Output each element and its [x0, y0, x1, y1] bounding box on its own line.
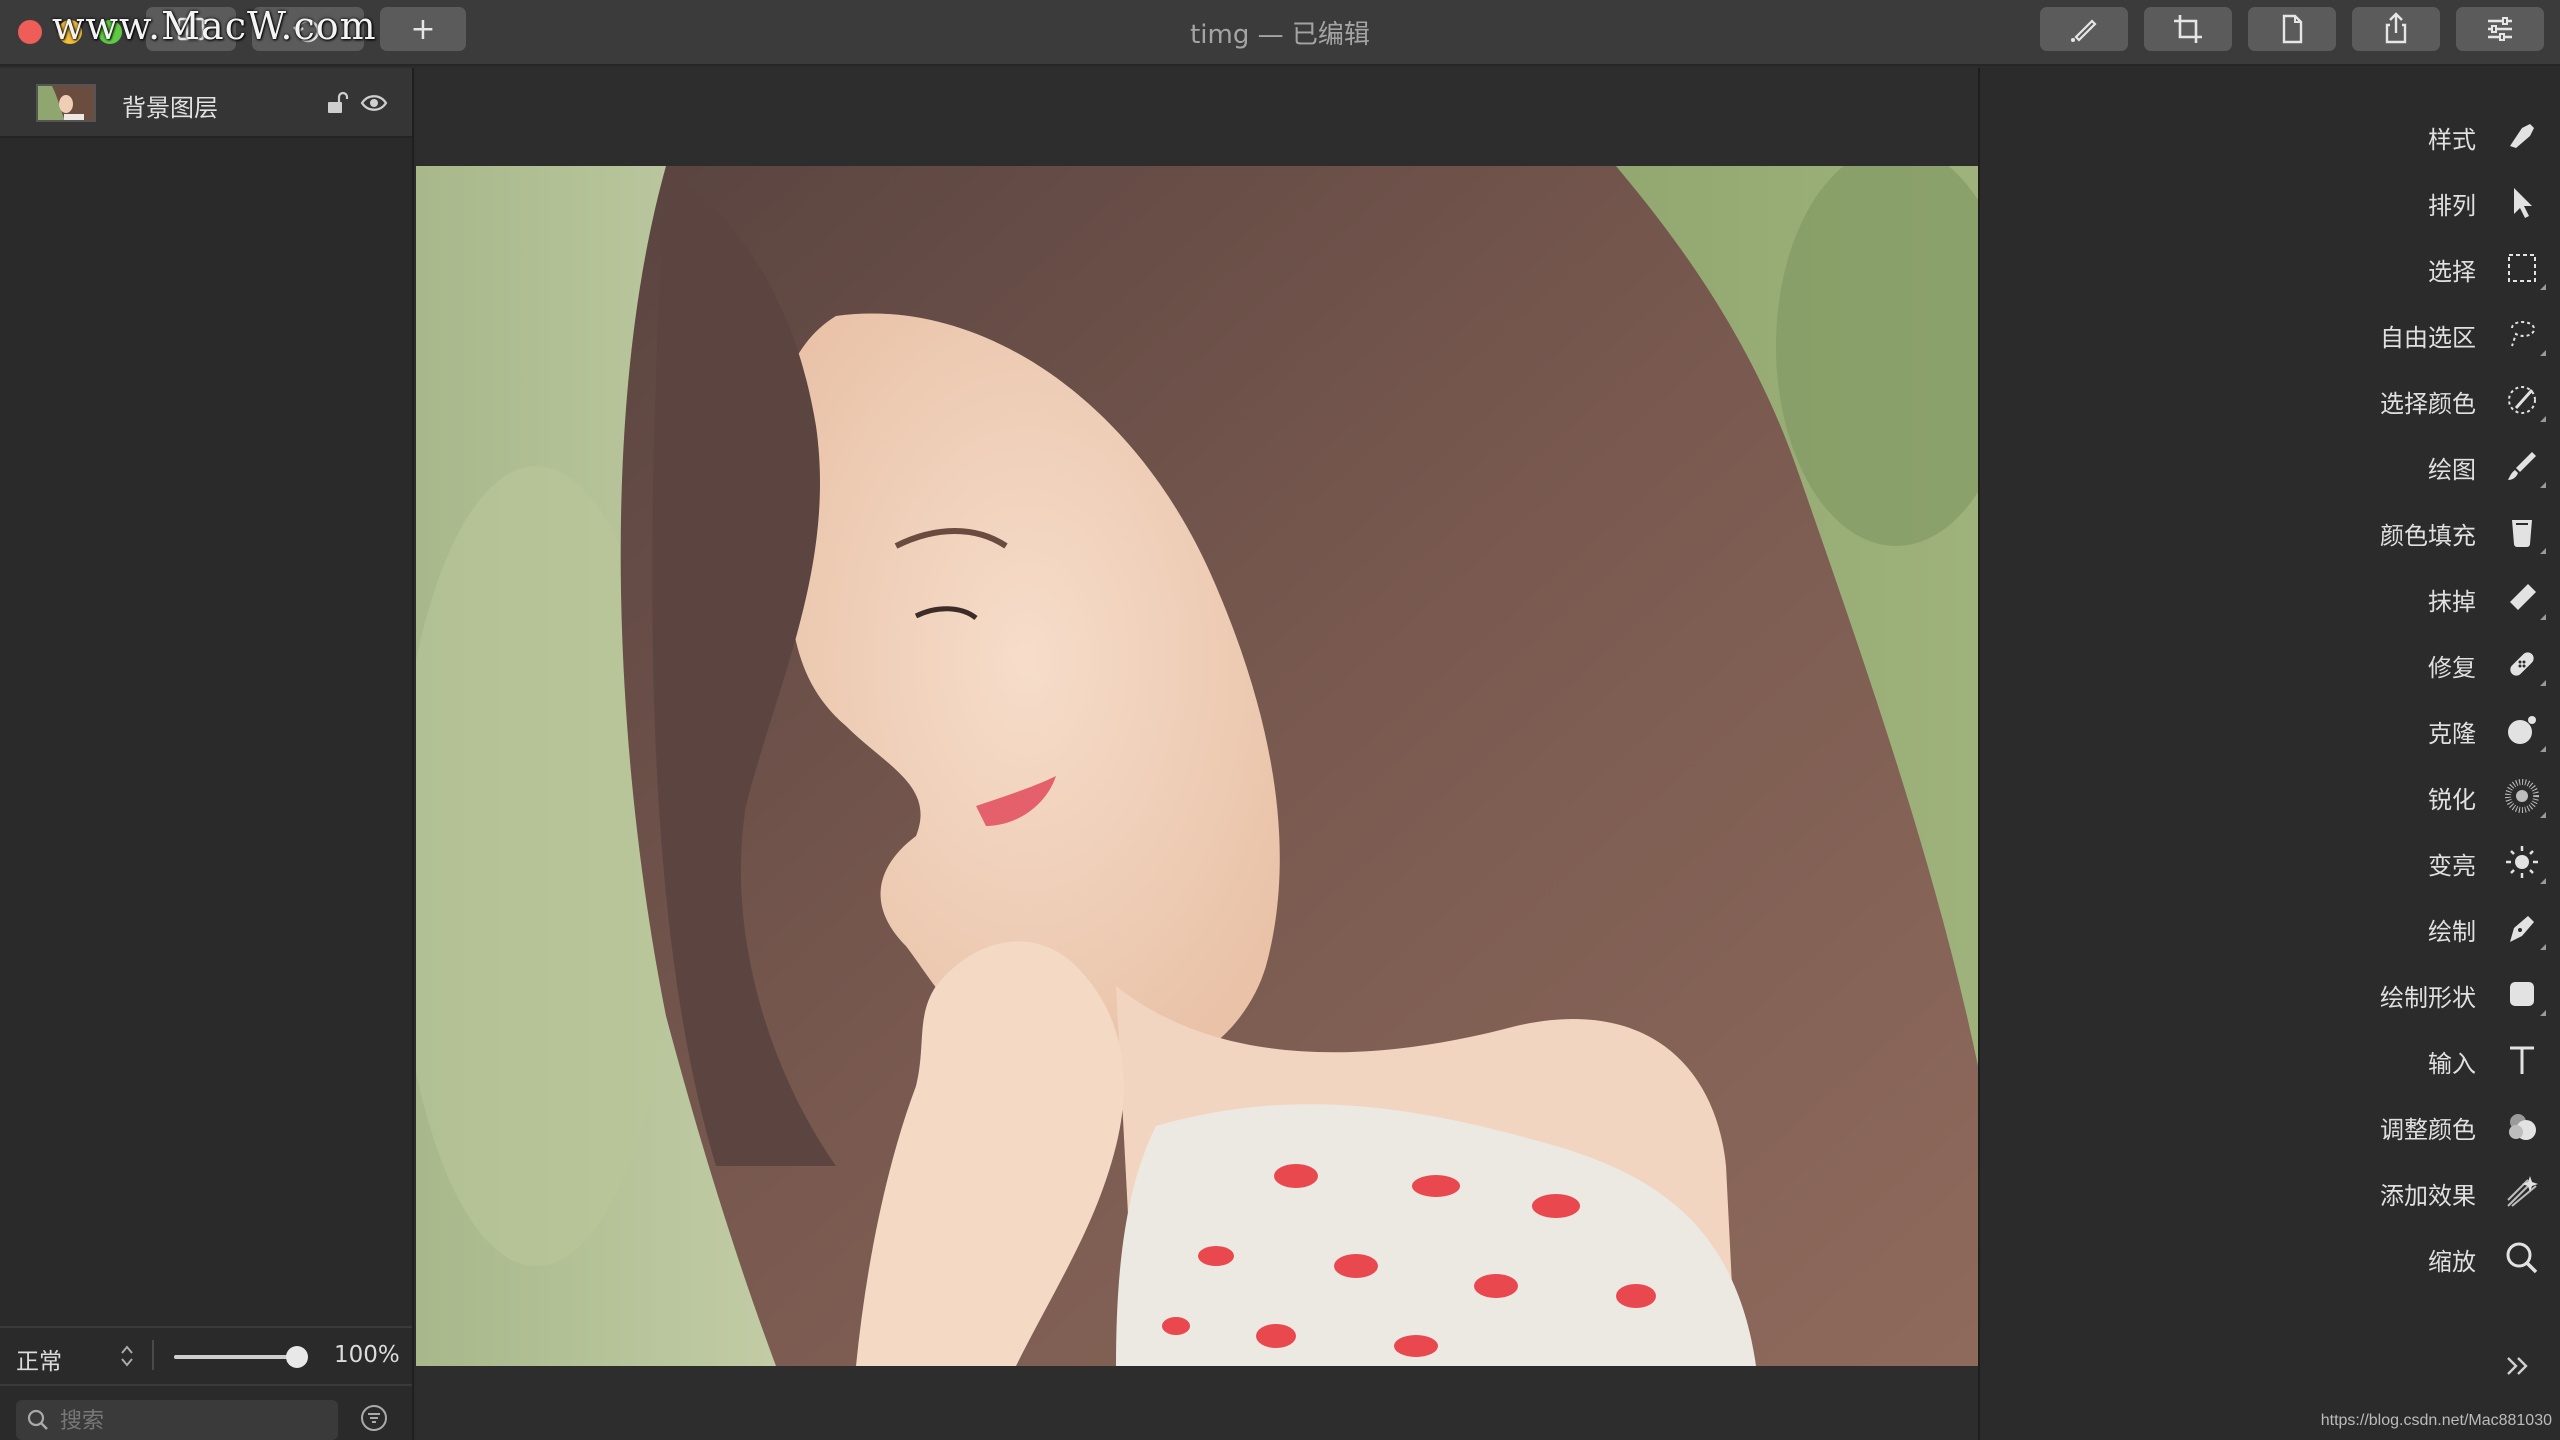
layers-panel: 背景图层 正常 100%	[0, 68, 414, 1440]
tool-paint[interactable]: 绘图	[1978, 436, 2560, 496]
crop-button[interactable]	[2144, 7, 2232, 51]
tool-effects[interactable]: 添加效果	[1978, 1162, 2560, 1222]
watermark: www.MacW.com	[52, 4, 377, 48]
opacity-slider-knob[interactable]	[286, 1346, 308, 1368]
tool-fill[interactable]: 颜色填充	[1978, 502, 2560, 562]
layer-thumbnail	[36, 84, 96, 122]
close-window-button[interactable]	[18, 20, 42, 44]
zoom-icon	[2502, 1238, 2542, 1278]
style-icon	[2502, 116, 2542, 156]
search-bar	[0, 1384, 412, 1440]
visibility-eye-icon[interactable]	[360, 90, 388, 116]
photo-canvas[interactable]	[416, 166, 1978, 1366]
layer-row[interactable]: 背景图层	[0, 68, 412, 138]
tool-zoom[interactable]: 缩放	[1978, 1228, 2560, 1288]
shape-icon	[2502, 974, 2542, 1014]
add-label: +	[410, 11, 436, 47]
lasso-icon	[2502, 314, 2542, 354]
text-icon	[2502, 1040, 2542, 1080]
tool-repair[interactable]: 修复	[1978, 634, 2560, 694]
canvas-area[interactable]	[416, 68, 1978, 1440]
blend-bar: 正常 100%	[0, 1326, 412, 1382]
lighten-icon	[2502, 842, 2542, 882]
adjustments-icon	[2488, 17, 2512, 41]
eraser-icon	[2502, 578, 2542, 618]
tool-text[interactable]: 输入	[1978, 1030, 2560, 1090]
divider	[152, 1340, 154, 1370]
search-icon	[27, 1409, 48, 1430]
brush-toggle-button[interactable]	[2040, 7, 2128, 51]
tool-lasso[interactable]: 自由选区	[1978, 304, 2560, 364]
search-box	[16, 1400, 338, 1440]
opacity-slider-fill	[174, 1355, 298, 1359]
effects-icon	[2502, 1172, 2542, 1212]
clone-icon	[2502, 710, 2542, 750]
tool-arrange[interactable]: 排列	[1978, 172, 2560, 232]
opacity-value: 100%	[334, 1342, 400, 1368]
title-bar: + www.MacW.com timg — 已编辑	[0, 0, 2560, 66]
adjust-color-icon	[2502, 1106, 2542, 1146]
tool-pen[interactable]: 绘制	[1978, 898, 2560, 958]
blend-mode-select[interactable]: 正常	[16, 1342, 62, 1376]
add-button[interactable]: +	[380, 7, 466, 51]
tool-eraser[interactable]: 抹掉	[1978, 568, 2560, 628]
expand-panel-icon[interactable]	[2500, 1348, 2536, 1384]
tool-adjust-color[interactable]: 调整颜色	[1978, 1096, 2560, 1156]
select-icon	[2502, 248, 2542, 288]
color-select-icon	[2502, 380, 2542, 420]
tool-color-select[interactable]: 选择颜色	[1978, 370, 2560, 430]
arrange-icon	[2502, 182, 2542, 222]
filter-icon[interactable]	[360, 1404, 388, 1432]
tool-clone[interactable]: 克隆	[1978, 700, 2560, 760]
tools-sidebar: 样式 排列 选择 自由选区 选择颜色 绘图 颜色填充 抹掉 修复 克隆 锐化 变…	[1978, 68, 2560, 1440]
adjustments-button[interactable]	[2456, 7, 2544, 51]
brush-icon	[2071, 19, 2097, 42]
search-input[interactable]	[60, 1406, 330, 1436]
layer-name: 背景图层	[122, 94, 218, 122]
document-button[interactable]	[2248, 7, 2336, 51]
document-icon	[2282, 14, 2303, 44]
tool-select[interactable]: 选择	[1978, 238, 2560, 298]
paint-icon	[2502, 446, 2542, 486]
unlock-icon[interactable]	[324, 90, 350, 116]
chevron-up-down-icon[interactable]	[118, 1342, 136, 1370]
fill-icon	[2502, 512, 2542, 552]
crop-icon	[2174, 15, 2202, 43]
sharpen-icon	[2502, 776, 2542, 816]
tool-shape[interactable]: 绘制形状	[1978, 964, 2560, 1024]
opacity-slider[interactable]	[174, 1355, 298, 1359]
portrait-photo	[416, 166, 1978, 1366]
pen-icon	[2502, 908, 2542, 948]
footer-url: https://blog.csdn.net/Mac881030	[2320, 1412, 2552, 1429]
share-icon	[2385, 12, 2407, 44]
repair-icon	[2502, 644, 2542, 684]
tool-lighten[interactable]: 变亮	[1978, 832, 2560, 892]
share-button[interactable]	[2352, 7, 2440, 51]
tool-sharpen[interactable]: 锐化	[1978, 766, 2560, 826]
tool-style[interactable]: 样式	[1978, 106, 2560, 166]
